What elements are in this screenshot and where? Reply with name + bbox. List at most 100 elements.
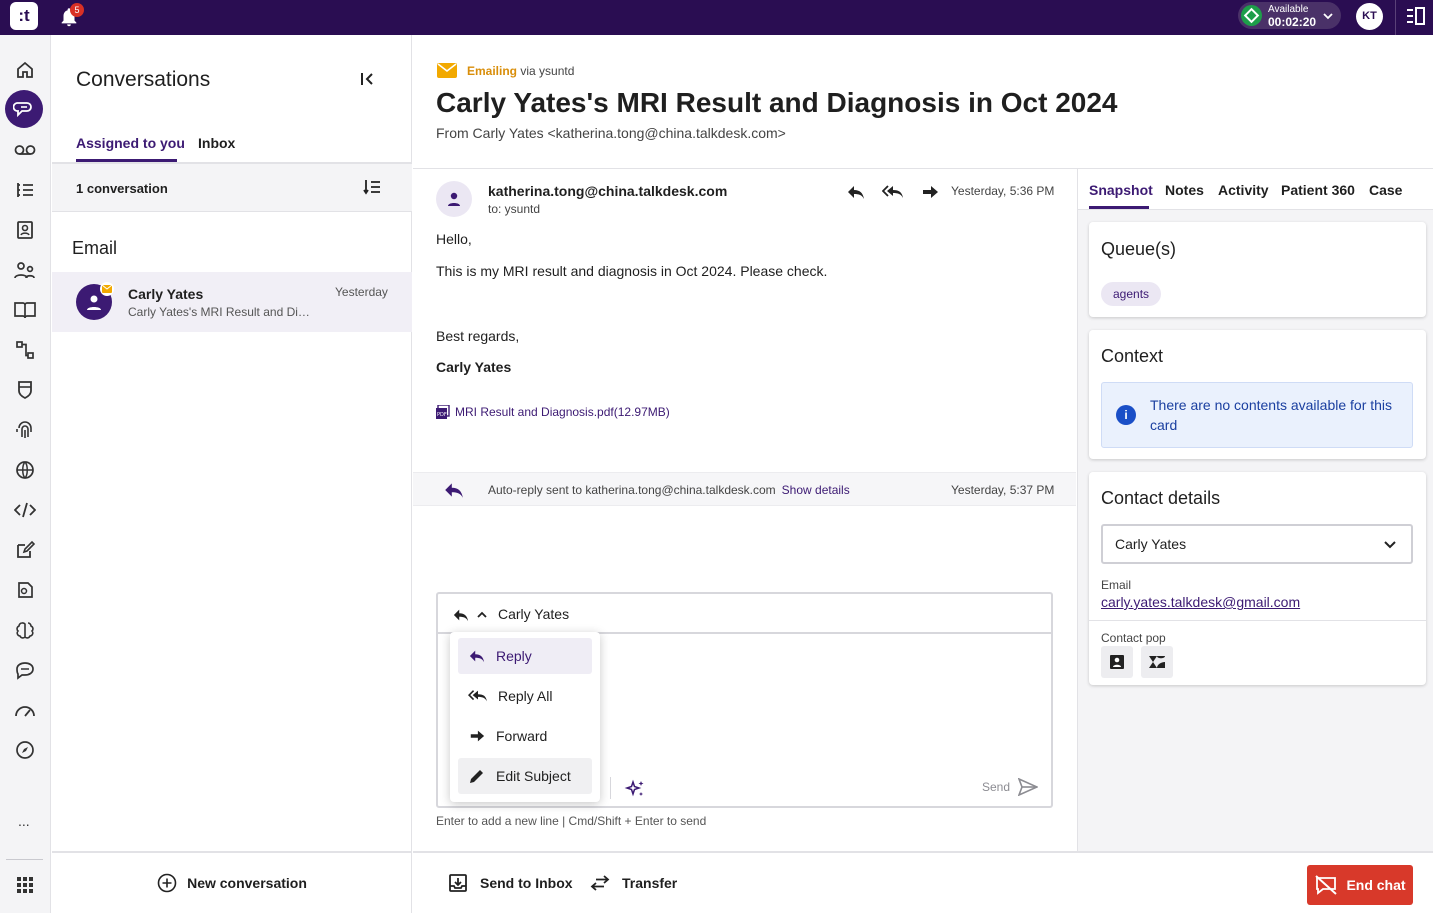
reply-icon	[468, 648, 486, 664]
reply-mode-toggle[interactable]	[452, 607, 488, 623]
edit-icon[interactable]	[13, 538, 37, 562]
contact-select[interactable]: Carly Yates	[1101, 524, 1413, 564]
card-title: Context	[1101, 346, 1164, 366]
email-subject: Carly Yates's MRI Result and Diagnosis i…	[436, 87, 1118, 118]
menu-item-edit-subject[interactable]: Edit Subject	[458, 758, 592, 794]
code-icon[interactable]	[13, 498, 37, 522]
menu-item-forward[interactable]: Forward	[458, 718, 592, 754]
contact-details-card: Contact details Carly Yates Email carly.…	[1089, 472, 1426, 685]
end-chat-button[interactable]: End chat	[1307, 865, 1413, 905]
tab-snapshot[interactable]: Snapshot	[1089, 182, 1153, 198]
team-icon[interactable]	[13, 258, 37, 282]
transfer-button[interactable]: Transfer	[590, 873, 677, 893]
email-channel-icon	[437, 63, 457, 78]
conversation-contact-name: Carly Yates	[128, 286, 204, 302]
more-apps-icon[interactable]: ...	[18, 813, 30, 829]
side-panel-icon[interactable]	[1406, 7, 1426, 25]
panel-title: Conversations	[76, 68, 211, 91]
status-selector[interactable]: Available 00:02:20	[1238, 2, 1341, 29]
shield-icon[interactable]	[13, 378, 37, 402]
home-icon[interactable]	[13, 58, 37, 82]
reply-icon[interactable]	[846, 183, 866, 201]
knowledge-icon[interactable]	[13, 298, 37, 322]
message-actions	[846, 183, 940, 201]
transfer-label: Transfer	[622, 875, 678, 891]
menu-item-label: Reply	[496, 648, 532, 664]
new-conversation-button[interactable]: New conversation	[52, 851, 412, 913]
collapse-panel-icon[interactable]	[357, 69, 377, 89]
recipient-line: to: ysuntd	[488, 202, 541, 216]
tab-assigned-to-you[interactable]: Assigned to you	[76, 135, 185, 151]
workflow-icon[interactable]	[13, 338, 37, 362]
group-title-email: Email	[72, 238, 118, 258]
transfer-icon	[590, 873, 610, 893]
toolbar-divider	[610, 777, 611, 799]
send-label[interactable]: Send	[982, 780, 1010, 794]
tab-activity[interactable]: Activity	[1218, 182, 1269, 198]
tab-patient-360[interactable]: Patient 360	[1281, 182, 1355, 198]
chevron-up-icon	[476, 610, 488, 620]
message-line: This is my MRI result and diagnosis in O…	[436, 263, 828, 279]
list-icon[interactable]	[13, 178, 37, 202]
message-signature: Carly Yates	[436, 359, 512, 375]
end-chat-icon	[1314, 875, 1338, 895]
conversations-icon[interactable]	[5, 90, 43, 128]
empty-state-text: There are no contents available for this…	[1150, 397, 1393, 433]
send-to-inbox-label: Send to Inbox	[480, 875, 573, 891]
card-title: Queue(s)	[1101, 239, 1177, 259]
queue-chip: agents	[1101, 282, 1162, 306]
user-avatar[interactable]: KT	[1356, 3, 1383, 30]
conversation-count-bar: 1 conversation	[52, 164, 412, 212]
empty-state-notice: i There are no contents available for th…	[1101, 382, 1413, 448]
conversation-count: 1 conversation	[76, 181, 168, 196]
brain-icon[interactable]	[13, 618, 37, 642]
show-details-link[interactable]: Show details	[782, 483, 850, 497]
attachment-link[interactable]: PDF MRI Result and Diagnosis.pdf(12.97MB…	[436, 405, 670, 419]
chevron-down-icon	[1383, 537, 1397, 551]
plus-circle-icon	[157, 873, 177, 893]
end-chat-label: End chat	[1346, 877, 1406, 893]
conversation-item[interactable]: Carly Yates Carly Yates's MRI Result and…	[52, 272, 412, 332]
reply-all-icon[interactable]	[882, 183, 904, 201]
send-icon[interactable]	[1018, 778, 1038, 796]
voicemail-icon[interactable]	[13, 138, 37, 162]
zendesk-icon[interactable]	[1141, 646, 1173, 678]
channel-via: via ysuntd	[520, 63, 575, 78]
globe-icon[interactable]	[13, 458, 37, 482]
tab-case[interactable]: Case	[1369, 182, 1402, 198]
contact-card-icon[interactable]	[1101, 646, 1133, 678]
tab-notes[interactable]: Notes	[1165, 182, 1204, 198]
chat-bubble-icon[interactable]	[13, 658, 37, 682]
talkdesk-logo[interactable]: :t	[10, 2, 38, 30]
conversation-preview: Carly Yates's MRI Result and Diagnosis i…	[128, 305, 310, 319]
tab-inbox[interactable]: Inbox	[198, 135, 235, 151]
fingerprint-icon[interactable]	[13, 418, 37, 442]
conversation-time: Yesterday	[335, 285, 388, 299]
compass-icon[interactable]	[13, 738, 37, 762]
grid-icon[interactable]	[13, 873, 37, 897]
contacts-icon[interactable]	[13, 218, 37, 242]
forward-icon[interactable]	[920, 183, 940, 201]
sort-icon[interactable]	[362, 177, 382, 197]
menu-item-reply-all[interactable]: Reply All	[458, 678, 592, 714]
reply-all-icon	[468, 688, 488, 704]
status-available-icon	[1241, 5, 1262, 26]
status-timer: 00:02:20	[1268, 15, 1317, 29]
svg-text:PDF: PDF	[437, 412, 447, 418]
message-time: Yesterday, 5:36 PM	[951, 184, 1055, 198]
new-conversation-label: New conversation	[187, 875, 307, 891]
ai-icon[interactable]	[13, 578, 37, 602]
queues-card: Queue(s) agents	[1089, 222, 1426, 317]
composer-recipient[interactable]: Carly Yates	[498, 606, 569, 622]
contact-pop-label: Contact pop	[1101, 631, 1166, 645]
send-to-inbox-button[interactable]: Send to Inbox	[448, 873, 573, 893]
sparkle-icon[interactable]	[624, 778, 646, 800]
sender-avatar	[436, 181, 472, 217]
autoreply-text: Auto-reply sent to katherina.tong@china.…	[488, 483, 776, 497]
menu-item-reply[interactable]: Reply	[458, 638, 592, 674]
card-title: Contact details	[1101, 488, 1221, 508]
email-from: From Carly Yates <katherina.tong@china.t…	[436, 125, 786, 141]
speedometer-icon[interactable]	[13, 698, 37, 722]
pencil-icon	[468, 767, 486, 785]
contact-email-link[interactable]: carly.yates.talkdesk@gmail.com	[1101, 594, 1300, 610]
